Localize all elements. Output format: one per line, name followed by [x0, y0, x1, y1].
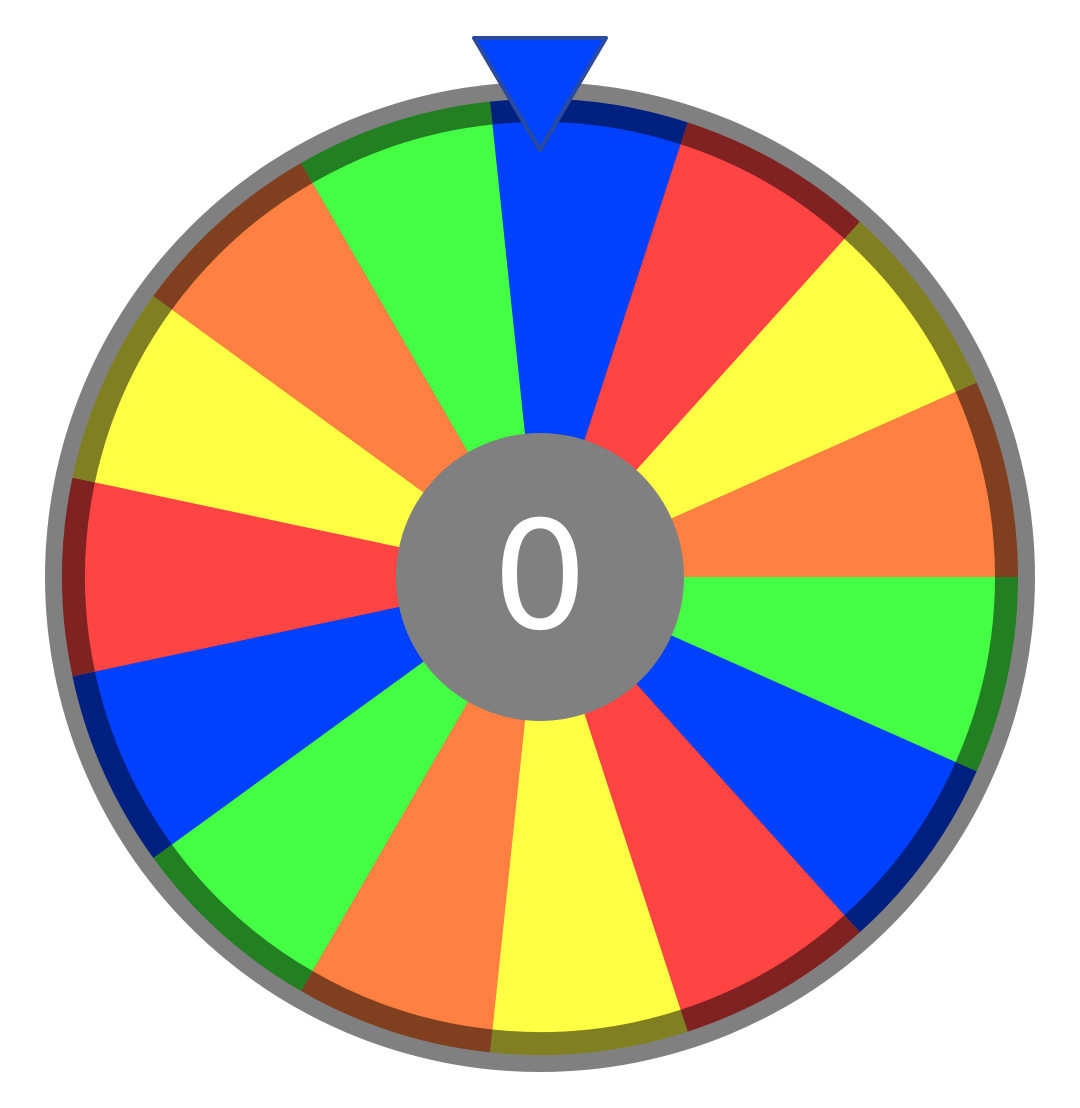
wheel-graphic: [45, 36, 1035, 1072]
spin-wheel-game: 0: [0, 0, 1080, 1108]
wheel-hub[interactable]: [396, 433, 684, 721]
